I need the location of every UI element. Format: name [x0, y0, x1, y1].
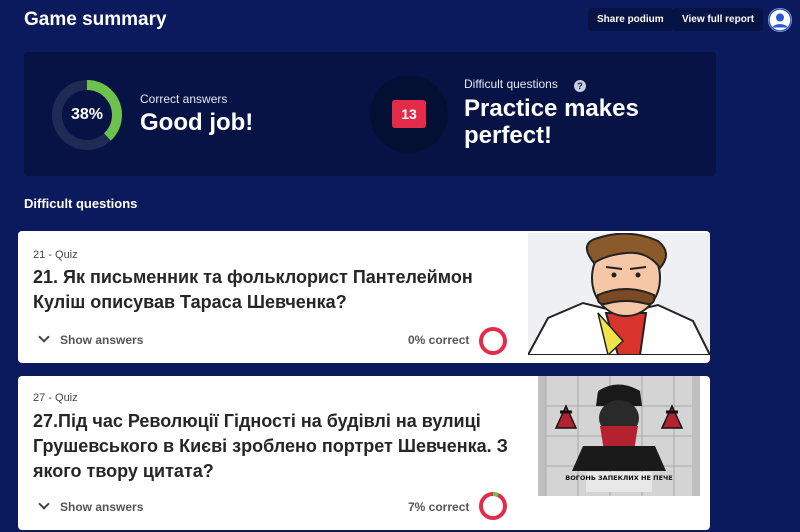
- user-avatar-icon[interactable]: [768, 8, 792, 32]
- question-card[interactable]: 27 - Quiz 27.Під час Революції Гідності …: [18, 376, 710, 530]
- question-correct-ring: [479, 327, 507, 355]
- question-image: ВОГОНЬ ЗАПЕКЛИХ НЕ ПЕЧЕ: [538, 376, 700, 496]
- section-title: Difficult questions: [24, 196, 138, 211]
- show-answers-label: Show answers: [60, 333, 144, 347]
- show-answers-button[interactable]: Show answers: [38, 498, 144, 514]
- help-icon[interactable]: ?: [574, 80, 586, 92]
- difficult-count-circle: 13: [370, 75, 448, 153]
- question-meta: 21 - Quiz: [33, 249, 78, 261]
- show-answers-label: Show answers: [60, 500, 144, 514]
- header-bar: Game summary Share podium View full repo…: [0, 0, 800, 44]
- correct-percent-label: 0% correct: [408, 333, 470, 347]
- question-card[interactable]: 21 - Quiz 21. Як письменник та фольклори…: [18, 231, 710, 363]
- correct-percent-label: 7% correct: [408, 500, 470, 514]
- image-caption: ВОГОНЬ ЗАПЕКЛИХ НЕ ПЕЧЕ: [565, 474, 672, 482]
- correct-answers-message: Good job!: [140, 109, 254, 136]
- question-image: [528, 233, 710, 355]
- correct-answers-label: Correct answers: [140, 92, 228, 106]
- view-full-report-button[interactable]: View full report: [673, 8, 764, 31]
- show-answers-button[interactable]: Show answers: [38, 331, 144, 347]
- correct-percent: 38%: [70, 106, 104, 123]
- difficult-questions-message: Practice makes perfect!: [464, 95, 639, 149]
- difficult-count-badge: 13: [392, 100, 426, 128]
- difficult-questions-label: Difficult questions: [464, 77, 558, 91]
- correct-answers-ring: 38%: [50, 78, 124, 152]
- page-title: Game summary: [24, 9, 167, 30]
- share-podium-button[interactable]: Share podium: [588, 8, 673, 31]
- chevron-down-icon: [38, 498, 50, 510]
- question-correct-ring: [479, 492, 507, 520]
- question-text: 27.Під час Революції Гідності на будівлі…: [33, 411, 508, 481]
- summary-panel: 38% Correct answers Good job! 13 Difficu…: [24, 52, 716, 176]
- chevron-down-icon: [38, 331, 50, 343]
- question-meta: 27 - Quiz: [33, 392, 78, 404]
- question-text: 21. Як письменник та фольклорист Пантеле…: [33, 267, 473, 312]
